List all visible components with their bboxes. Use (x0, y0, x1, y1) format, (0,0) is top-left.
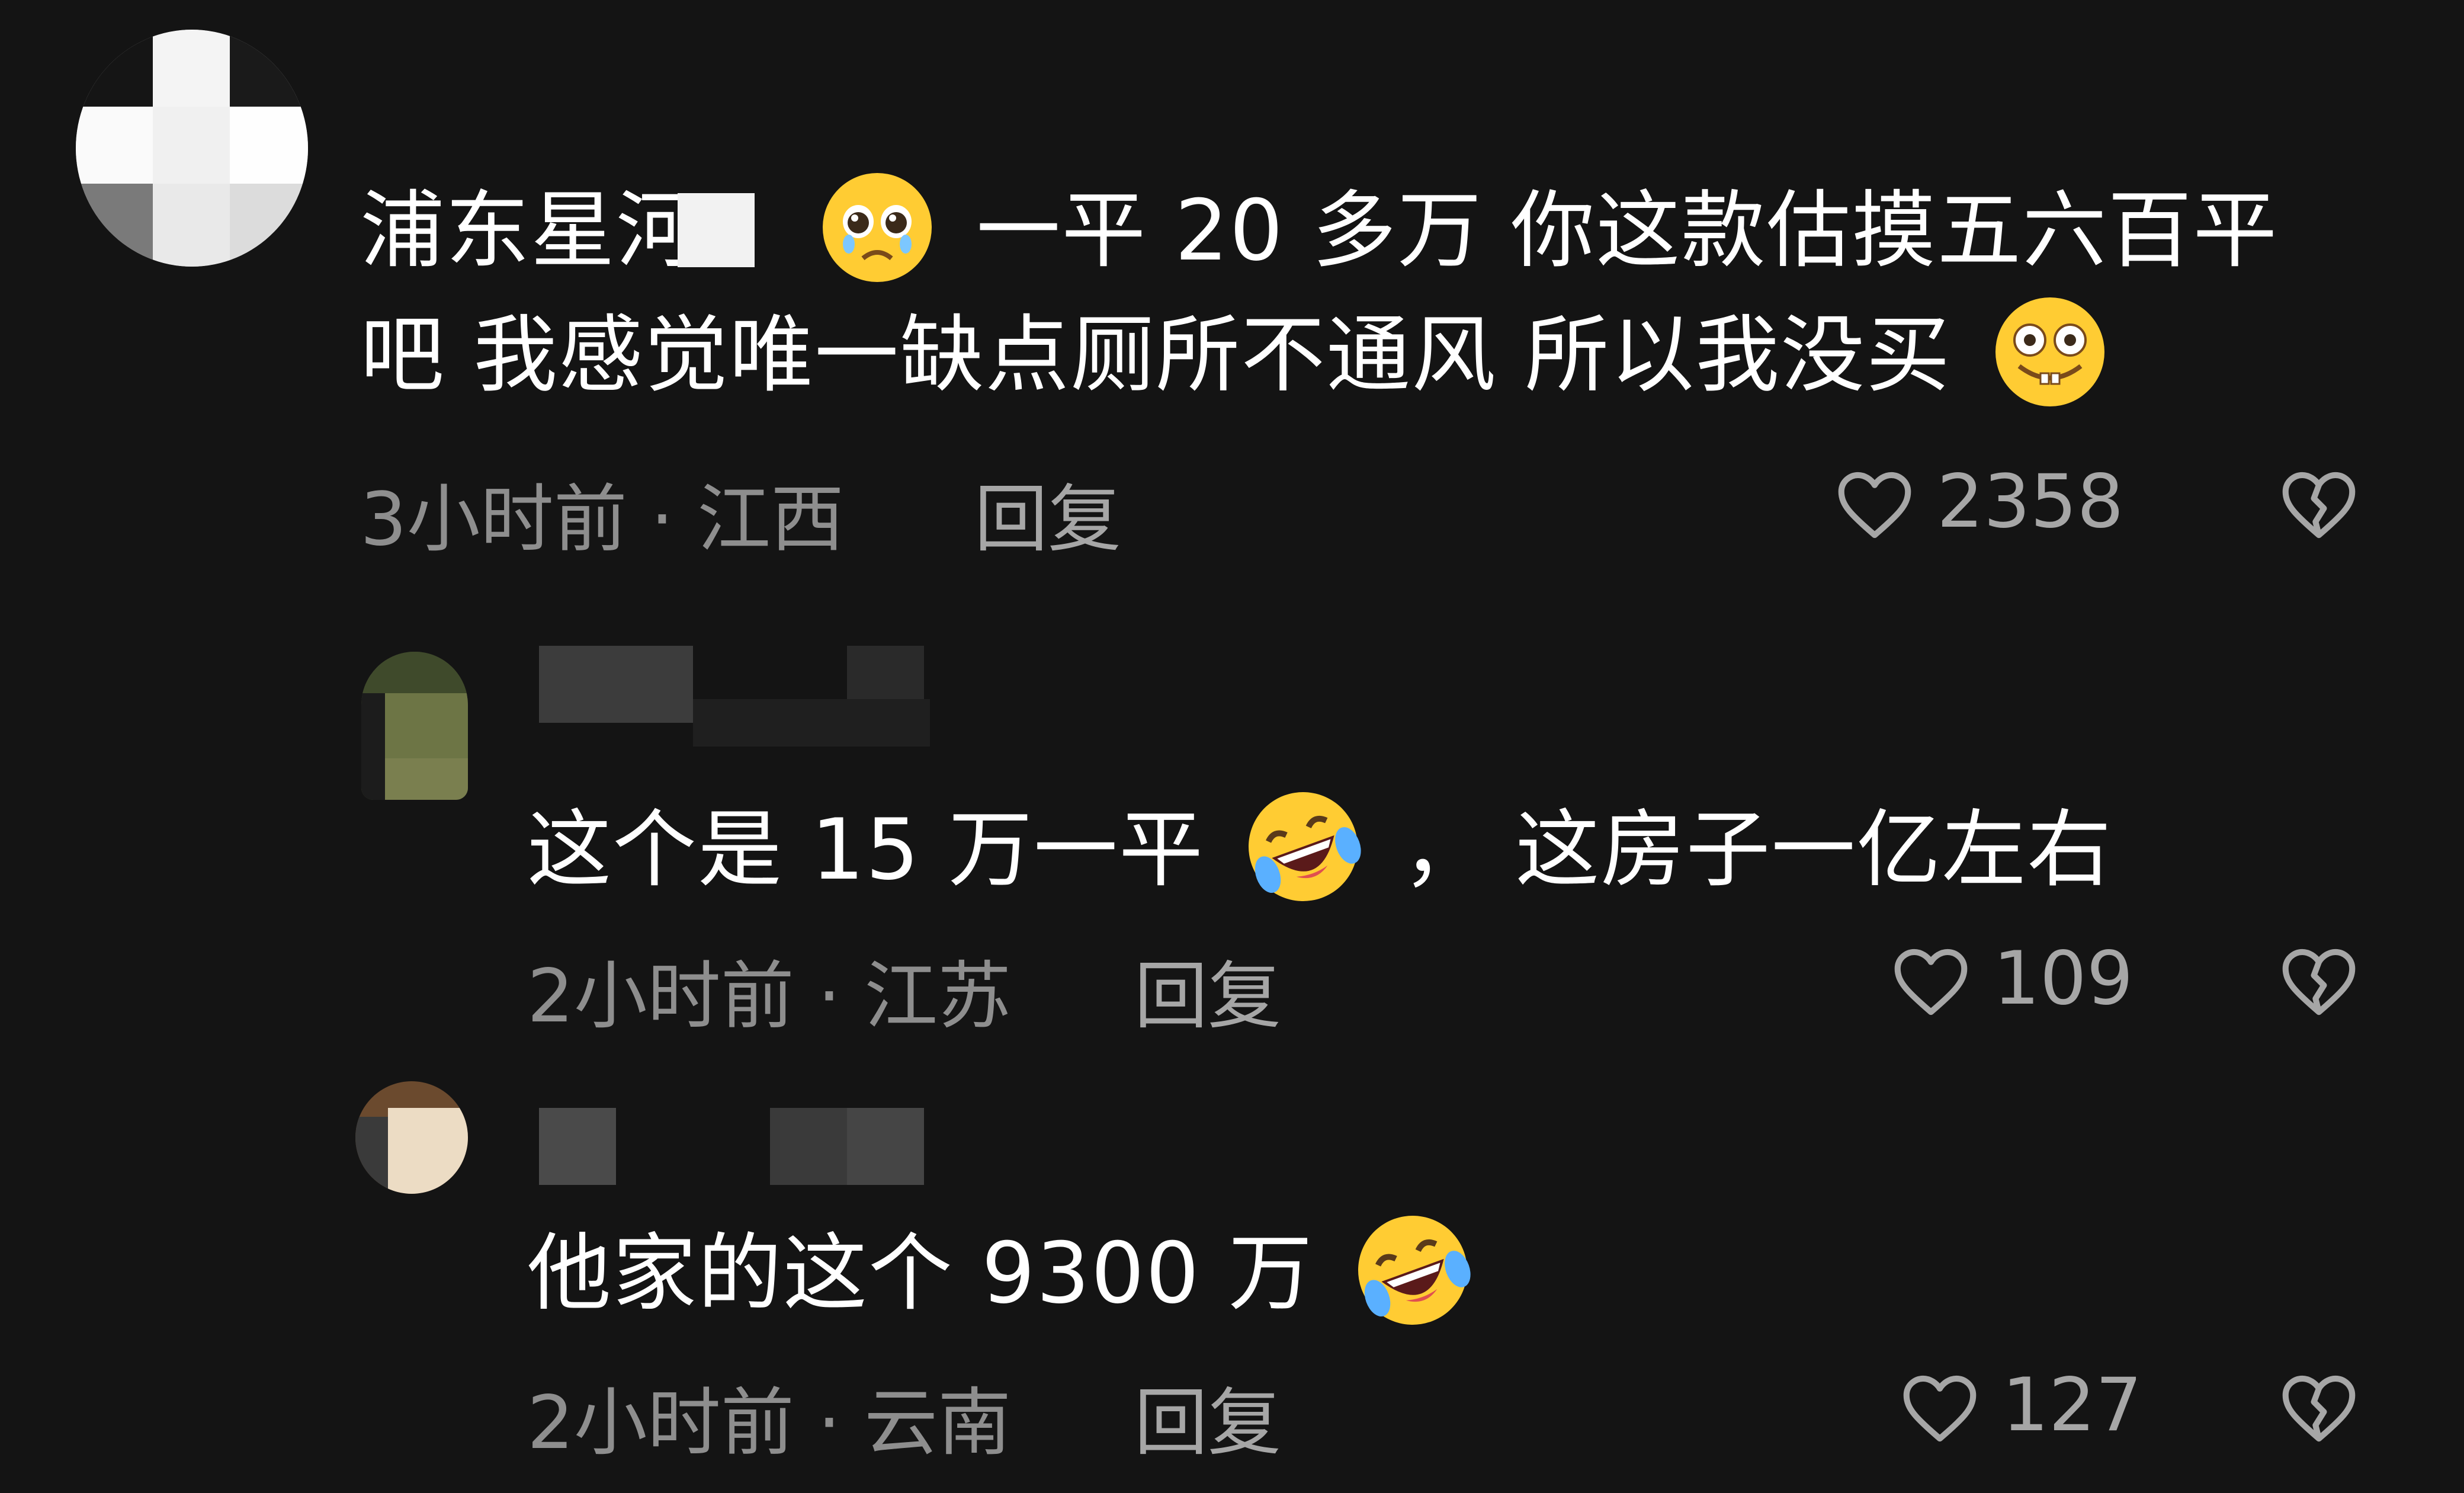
username-blur (847, 646, 924, 699)
rolling-laughing-icon (1249, 792, 1361, 901)
broken-heart-icon (2282, 1375, 2356, 1442)
dislike-button[interactable] (2277, 1369, 2360, 1449)
dislike-button[interactable] (2277, 942, 2360, 1022)
comment-meta: 2小时前 · 云南 (527, 1380, 1012, 1466)
comment-meta: 2小时前 · 江苏 (527, 954, 1012, 1039)
broken-heart-icon (2282, 472, 2356, 539)
broken-heart-icon (2282, 949, 2356, 1015)
grinning-buck-teeth-icon (1995, 297, 2105, 406)
like-button[interactable] (1889, 942, 1972, 1022)
heart-icon (1903, 1375, 1977, 1442)
avatar[interactable] (76, 30, 308, 267)
username-blur (693, 699, 930, 746)
like-count: 127 (2002, 1363, 2142, 1448)
username-blur (539, 1108, 616, 1185)
avatar[interactable] (355, 1081, 468, 1194)
dislike-button[interactable] (2277, 465, 2360, 545)
rolling-laughing-icon (1358, 1215, 1471, 1325)
reply-button[interactable]: 回复 (1134, 936, 1281, 1043)
username-blur (539, 646, 693, 723)
reply-button[interactable]: 回复 (974, 459, 1121, 566)
username-blur (847, 1108, 924, 1185)
like-count: 2358 (1937, 459, 2124, 544)
avatar[interactable] (361, 652, 468, 800)
like-button[interactable] (1898, 1369, 1981, 1449)
username-blur (770, 1108, 847, 1185)
pleading-face-icon (823, 172, 932, 282)
heart-icon (1894, 949, 1968, 1015)
comment-text-part: 浦东星河 (360, 182, 701, 280)
comment-text-part: 他家的这个 9300 万 (527, 1225, 1314, 1322)
comment-meta: 3小时前 · 江西 (360, 477, 845, 562)
like-count: 109 (1993, 936, 2133, 1021)
like-button[interactable] (1833, 465, 1916, 545)
censor-block (678, 193, 755, 268)
comment-text-part: 一平 20 多万 你这款估摸五六百平 (976, 182, 2279, 280)
comment-text-part: 吧 我感觉唯一缺点厕所不通风 所以我没买 (360, 306, 1952, 404)
comment-text-part: 这个是 15 万一平 (527, 801, 1204, 899)
comment-text-part: ， 这房子一亿左右 (1402, 801, 2113, 899)
reply-button[interactable]: 回复 (1134, 1363, 1281, 1469)
heart-icon (1838, 472, 1911, 539)
